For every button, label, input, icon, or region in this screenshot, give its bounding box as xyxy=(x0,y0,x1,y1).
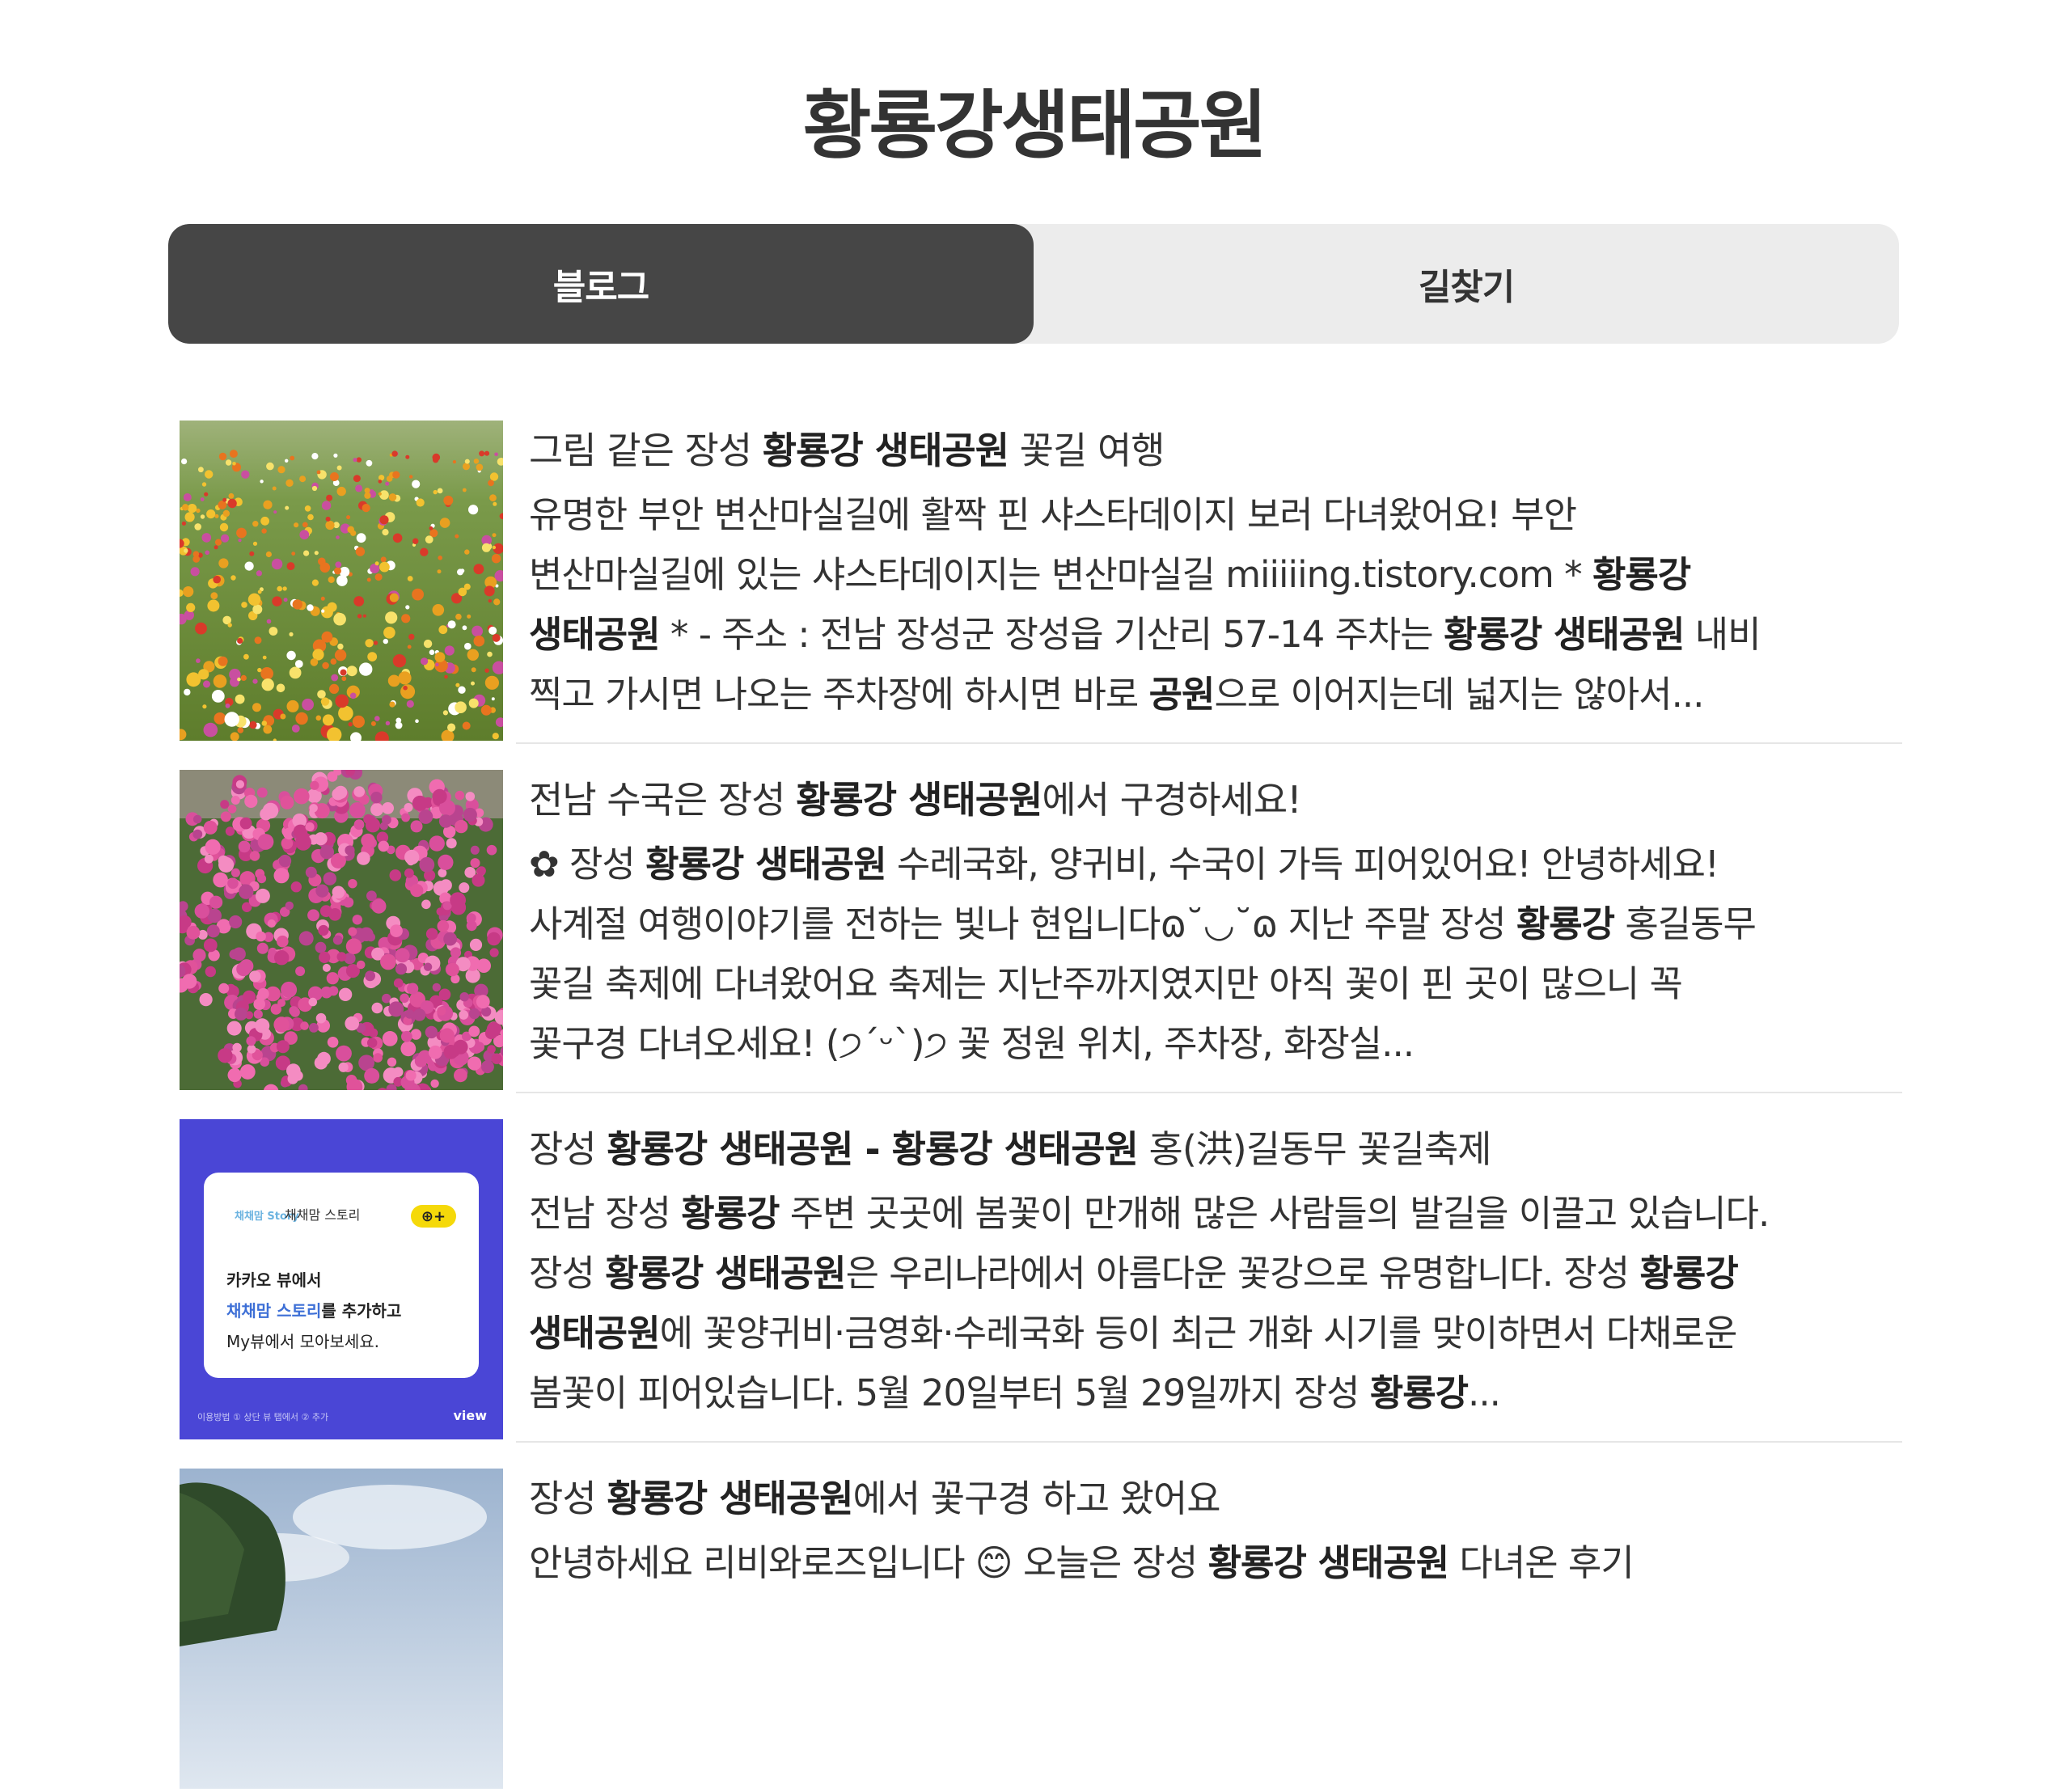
text-run: 수레국화, 양귀비, 수국이 가득 피어있어요! 안녕하세요! xyxy=(886,843,1719,885)
keyword-highlight: 황룡강 생태공원 xyxy=(796,778,1042,822)
sky-tree-photo[interactable] xyxy=(180,1469,503,1789)
blog-result-item[interactable]: 전남 수국은 장성 황룡강 생태공원에서 구경하세요! ✿ 장성 황룡강 생태공… xyxy=(180,770,1902,1093)
view-logo-icon: view xyxy=(453,1408,487,1423)
svg-text:⊕+: ⊕+ xyxy=(421,1208,446,1225)
snippet-line: 전남 장성 황룡강 주변 곳곳에 봄꽃이 만개해 많은 사람들의 발길을 이끌고… xyxy=(529,1184,1902,1244)
text-run: 내비 xyxy=(1684,613,1761,656)
kakao-view-banner[interactable]: 채채맘 Story 채채맘 스토리 ⊕+ 카카오 뷰에서 채채맘 스토리를 추가… xyxy=(180,1119,503,1439)
tab-bar: 블로그 길찾기 xyxy=(168,224,1899,344)
text-run: 전남 수국은 장성 xyxy=(529,778,797,822)
snippet-line: 사계절 여행이야기를 전하는 빛나 현입니다ɷ˘◡˘ɷ 지난 주말 장성 황룡강… xyxy=(529,894,1902,954)
text-run: 전남 장성 xyxy=(529,1192,682,1235)
blog-result-snippet: 전남 장성 황룡강 주변 곳곳에 봄꽃이 만개해 많은 사람들의 발길을 이끌고… xyxy=(529,1184,1902,1423)
text-run: ✿ 장성 xyxy=(529,843,646,885)
text-run: 안녕하세요 리비와로즈입니다 😊 오늘은 장성 xyxy=(529,1541,1208,1584)
text-run: 에 꽃양귀비·금영화·수레국화 등이 최근 개화 시기를 맞이하면서 다채로운 xyxy=(659,1312,1738,1355)
flower-meadow-photo[interactable] xyxy=(180,421,503,741)
text-run: 봄꽃이 피어있습니다. 5월 20일부터 5월 29일까지 장성 xyxy=(529,1371,1370,1414)
text-run: 으로 이어지는데 넓지는 않아서... xyxy=(1214,673,1704,716)
blog-result-snippet: 유명한 부안 변산마실길에 활짝 핀 샤스타데이지 보러 다녀왔어요! 부안변산… xyxy=(529,485,1902,725)
text-run: * - 주소 : 전남 장성군 장성읍 기산리 57-14 주차는 xyxy=(659,613,1444,656)
keyword-highlight: 공원 xyxy=(1148,673,1216,716)
keyword-highlight: 황룡강 생태공원 xyxy=(1444,613,1685,656)
text-run: 은 우리나라에서 아름다운 꽃강으로 유명합니다. 장성 xyxy=(845,1252,1640,1295)
keyword-highlight: 황룡강 xyxy=(1516,902,1615,945)
divider xyxy=(516,1441,1902,1443)
tab-blog[interactable]: 블로그 xyxy=(168,224,1034,344)
keyword-highlight: 황룡강 생태공원 xyxy=(1207,1541,1449,1584)
snippet-line: 변산마실길에 있는 샤스타데이지는 변산마실길 miiiiing.tistory… xyxy=(529,545,1902,605)
snippet-line: 안녕하세요 리비와로즈입니다 😊 오늘은 장성 황룡강 생태공원 다녀온 후기 xyxy=(529,1533,1902,1593)
blog-result-title[interactable]: 그림 같은 장성 황룡강 생태공원 꽃길 여행 xyxy=(529,417,1902,484)
text-run: 꽃길 여행 xyxy=(1009,429,1165,472)
tab-directions[interactable]: 길찾기 xyxy=(1034,224,1899,344)
keyword-highlight: 황룡강 xyxy=(1369,1371,1469,1414)
blog-result-title[interactable]: 전남 수국은 장성 황룡강 생태공원에서 구경하세요! xyxy=(529,767,1902,833)
text-run: 꽃길 축제에 다녀왔어요 축제는 지난주까지였지만 아직 꽃이 핀 곳이 많으니… xyxy=(529,962,1683,1005)
keyword-highlight: 생태공원 xyxy=(529,613,661,656)
divider xyxy=(516,1092,1902,1093)
text-run: 장성 xyxy=(529,1127,607,1171)
keyword-highlight: 황룡강 xyxy=(681,1192,780,1235)
text-run: 홍길동무 xyxy=(1614,902,1757,945)
text-run: 찍고 가시면 나오는 주차장에 하시면 바로 xyxy=(529,673,1149,716)
snippet-line: 장성 황룡강 생태공원은 우리나라에서 아름다운 꽃강으로 유명합니다. 장성 … xyxy=(529,1244,1902,1304)
text-run: 장성 xyxy=(529,1477,607,1520)
snippet-line: 생태공원 * - 주소 : 전남 장성군 장성읍 기산리 57-14 주차는 황… xyxy=(529,605,1902,665)
text-run: 그림 같은 장성 xyxy=(529,429,763,472)
snippet-line: ✿ 장성 황룡강 생태공원 수레국화, 양귀비, 수국이 가득 피어있어요! 안… xyxy=(529,835,1902,894)
banner-line-3: My뷰에서 모아보세요. xyxy=(226,1332,379,1351)
keyword-highlight: 황룡강 생태공원 xyxy=(605,1252,846,1295)
text-run: 사계절 여행이야기를 전하는 빛나 현입니다ɷ˘◡˘ɷ 지난 주말 장성 xyxy=(529,902,1516,945)
blog-result-item[interactable]: 그림 같은 장성 황룡강 생태공원 꽃길 여행 유명한 부안 변산마실길에 활짝… xyxy=(180,421,1902,744)
text-run: 장성 xyxy=(529,1252,606,1295)
snippet-line: 유명한 부안 변산마실길에 활짝 핀 샤스타데이지 보러 다녀왔어요! 부안 xyxy=(529,485,1902,545)
text-run: ... xyxy=(1468,1371,1501,1414)
text-run: 꽃구경 다녀오세요! (੭ˊᵕˋ)੭ 꽃 정원 위치, 주차장, 화장실... xyxy=(529,1022,1415,1065)
banner-line-2: 채채맘 스토리를 추가하고 xyxy=(226,1301,401,1321)
snippet-line: 봄꽃이 피어있습니다. 5월 20일부터 5월 29일까지 장성 황룡강... xyxy=(529,1363,1902,1423)
hydrangea-photo[interactable] xyxy=(180,770,503,1090)
text-run: 다녀온 후기 xyxy=(1448,1541,1634,1584)
text-run: 변산마실길에 있는 샤스타데이지는 변산마실길 miiiiing.tistory… xyxy=(529,553,1592,596)
blog-result-title[interactable]: 장성 황룡강 생태공원에서 꽃구경 하고 왔어요 xyxy=(529,1465,1902,1532)
snippet-line: 꽃길 축제에 다녀왔어요 축제는 지난주까지였지만 아직 꽃이 핀 곳이 많으니… xyxy=(529,954,1902,1014)
keyword-highlight: 황룡강 생태공원 xyxy=(762,429,1009,472)
snippet-line: 찍고 가시면 나오는 주차장에 하시면 바로 공원으로 이어지는데 넓지는 않아… xyxy=(529,665,1902,725)
blog-result-item[interactable]: 채채맘 Story 채채맘 스토리 ⊕+ 카카오 뷰에서 채채맘 스토리를 추가… xyxy=(180,1119,1902,1443)
text-run: 홍(洪)길동무 꽃길축제 xyxy=(1137,1127,1492,1171)
snippet-line: 꽃구경 다녀오세요! (੭ˊᵕˋ)੭ 꽃 정원 위치, 주차장, 화장실... xyxy=(529,1014,1902,1074)
banner-line-1: 카카오 뷰에서 xyxy=(226,1270,321,1290)
keyword-highlight: 황룡강 생태공원 xyxy=(645,843,886,885)
page-title: 황룡강생태공원 xyxy=(802,82,1267,169)
divider xyxy=(516,742,1902,744)
text-run: 에서 꽃구경 하고 왔어요 xyxy=(852,1477,1221,1520)
keyword-highlight: 황룡강 xyxy=(1639,1252,1739,1295)
snippet-line: 생태공원에 꽃양귀비·금영화·수레국화 등이 최근 개화 시기를 맞이하면서 다… xyxy=(529,1304,1902,1363)
text-run: 주변 곳곳에 봄꽃이 만개해 많은 사람들의 발길을 이끌고 있습니다. xyxy=(779,1192,1770,1235)
banner-footer: 이용방법 ① 상단 뷰 탭에서 ② 추가 xyxy=(197,1412,328,1422)
keyword-highlight: 황룡강 생태공원 - 황룡강 생태공원 xyxy=(607,1127,1139,1171)
blog-result-title[interactable]: 장성 황룡강 생태공원 - 황룡강 생태공원 홍(洪)길동무 꽃길축제 xyxy=(529,1116,1902,1182)
banner-channel: 채채맘 스토리 xyxy=(285,1207,360,1223)
keyword-highlight: 황룡강 생태공원 xyxy=(607,1477,853,1520)
keyword-highlight: 황룡강 xyxy=(1592,553,1691,596)
blog-result-snippet: 안녕하세요 리비와로즈입니다 😊 오늘은 장성 황룡강 생태공원 다녀온 후기 xyxy=(529,1533,1902,1593)
text-run: 유명한 부안 변산마실길에 활짝 핀 샤스타데이지 보러 다녀왔어요! 부안 xyxy=(529,493,1577,536)
blog-result-item[interactable]: 장성 황룡강 생태공원에서 꽃구경 하고 왔어요 안녕하세요 리비와로즈입니다 … xyxy=(180,1469,1902,1792)
blog-result-snippet: ✿ 장성 황룡강 생태공원 수레국화, 양귀비, 수국이 가득 피어있어요! 안… xyxy=(529,835,1902,1074)
keyword-highlight: 생태공원 xyxy=(529,1312,661,1355)
text-run: 에서 구경하세요! xyxy=(1042,778,1301,822)
